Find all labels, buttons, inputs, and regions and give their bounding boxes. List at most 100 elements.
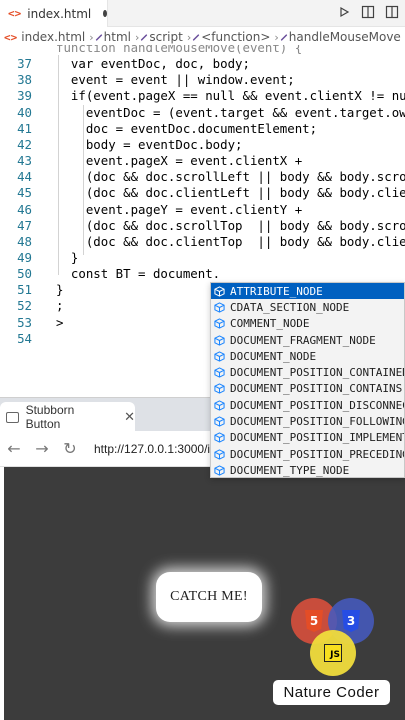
line-number: 41	[17, 120, 32, 136]
code-text: eventDoc = (event.target && event.target…	[85, 104, 405, 120]
code-line[interactable]: 38 event = event || window.event;	[0, 72, 405, 88]
catch-me-button[interactable]: CATCH ME!	[156, 572, 262, 622]
code-line[interactable]: 44 (doc && doc.scrollLeft || body && bod…	[0, 169, 405, 185]
property-cube-icon	[214, 318, 225, 329]
line-number: 40	[17, 104, 32, 120]
breadcrumb-item-script[interactable]: script	[149, 30, 182, 44]
autocomplete-item[interactable]: ATTRIBUTE_NODE	[211, 283, 404, 300]
code-text: (doc && doc.scrollLeft || body && body.s…	[85, 169, 405, 185]
js-box: JS	[324, 644, 342, 662]
autocomplete-item-label: DOCUMENT_TYPE_NODE	[230, 463, 350, 477]
chevron-right-icon: ›	[186, 30, 192, 44]
property-cube-icon	[214, 334, 225, 346]
property-cube-icon	[214, 302, 225, 313]
code-line[interactable]: 48 (doc && doc.clientTop || body && body…	[0, 234, 405, 250]
chevron-right-icon: ›	[89, 30, 94, 44]
line-number: 49	[17, 249, 32, 265]
code-line[interactable]: 45 (doc && doc.clientLeft || body && bod…	[0, 185, 405, 201]
code-line[interactable]: function handleMouseMove(event) {	[0, 45, 405, 56]
method-icon	[280, 33, 288, 41]
editor-toolbar	[335, 3, 401, 21]
autocomplete-item[interactable]: DOCUMENT_POSITION_PRECEDING	[211, 446, 404, 462]
autocomplete-list: ATTRIBUTE_NODE CDATA_SECTION_NODE COMMENT_…	[210, 282, 405, 478]
autocomplete-item-label: CDATA_SECTION_NODE	[230, 300, 350, 314]
line-number: 47	[17, 217, 32, 233]
code-text: (doc && doc.scrollTop || body && body.sc…	[85, 217, 405, 233]
autocomplete-item-label: DOCUMENT_POSITION_CONTAINED_BY	[230, 366, 404, 380]
page-icon	[6, 411, 19, 423]
breadcrumb-item-handler[interactable]: handleMouseMove	[289, 30, 401, 44]
autocomplete-item[interactable]: DOCUMENT_POSITION_FOLLOWING	[211, 413, 404, 429]
breadcrumb-item-function[interactable]: <function>	[201, 30, 270, 44]
line-number: 54	[17, 330, 32, 346]
code-line[interactable]: 42 body = eventDoc.body;	[0, 137, 405, 153]
line-number: 39	[17, 88, 32, 104]
autocomplete-item[interactable]: DOCUMENT_POSITION_CONTAINS	[211, 381, 404, 397]
chevron-right-icon: ›	[134, 30, 140, 44]
code-text: const BT = document.	[56, 266, 221, 282]
property-cube-icon	[214, 465, 225, 476]
autocomplete-item-label: COMMENT_NODE	[230, 317, 310, 331]
code-text: event = event || window.event;	[56, 72, 295, 88]
code-text: ;	[56, 298, 64, 314]
back-arrow-icon[interactable]: ←	[6, 439, 22, 458]
autocomplete-item-label: DOCUMENT_POSITION_FOLLOWING	[230, 415, 405, 429]
autocomplete-item[interactable]: DOCUMENT_POSITION_DISCONNECTED	[211, 397, 404, 413]
run-icon[interactable]	[335, 3, 353, 21]
element-icon	[95, 33, 103, 41]
property-cube-icon	[214, 367, 225, 378]
line-number: 44	[17, 169, 32, 185]
autocomplete-item[interactable]: DOCUMENT_FRAGMENT_NODE	[211, 332, 404, 348]
close-icon[interactable]: ✕	[124, 410, 135, 425]
autocomplete-item-label: ATTRIBUTE_NODE	[230, 284, 323, 298]
line-number: 50	[17, 266, 32, 282]
code-line[interactable]: 46 event.pageY = event.clientY +	[0, 202, 405, 218]
line-number: 51	[17, 282, 32, 298]
code-text: }	[56, 249, 79, 265]
unsaved-dot-icon[interactable]	[103, 10, 107, 17]
autocomplete-item[interactable]: CDATA_SECTION_NODE	[211, 299, 404, 315]
breadcrumb-item-file[interactable]: index.html	[21, 30, 85, 44]
html5-shield: 5	[305, 610, 323, 632]
property-cube-icon	[214, 432, 225, 443]
autocomplete-item[interactable]: DOCUMENT_TYPE_NODE	[211, 462, 404, 477]
code-line[interactable]: 39 if(event.pageX == null && event.clien…	[0, 88, 405, 104]
code-line[interactable]: 47 (doc && doc.scrollTop || body && body…	[0, 218, 405, 234]
code-text: function handleMouseMove(event) {	[56, 45, 303, 55]
code-line[interactable]: 41 doc = eventDoc.documentElement;	[0, 121, 405, 137]
line-number: 46	[17, 201, 32, 217]
code-line[interactable]: 50 const BT = document.	[0, 266, 405, 282]
property-cube-icon	[214, 416, 225, 427]
autocomplete-item-label: DOCUMENT_POSITION_CONTAINS	[230, 382, 403, 396]
reload-icon[interactable]: ↻	[62, 439, 78, 458]
code-line[interactable]: 37 var eventDoc, doc, body;	[0, 56, 405, 72]
split-editor-icon[interactable]	[383, 3, 401, 21]
property-cube-icon	[214, 400, 225, 411]
code-line[interactable]: 49 }	[0, 250, 405, 266]
code-text: var eventDoc, doc, body;	[56, 56, 250, 72]
chevron-right-icon: ›	[274, 30, 279, 44]
compare-changes-icon[interactable]	[359, 3, 377, 21]
autocomplete-item[interactable]: COMMENT_NODE	[211, 316, 404, 332]
autocomplete-item[interactable]: DOCUMENT_POSITION_IMPLEMENTATION_SPECIFI…	[211, 430, 404, 446]
editor-tab-bar: <> index.html	[0, 0, 405, 27]
html-file-icon: <>	[4, 30, 18, 44]
forward-arrow-icon[interactable]: →	[34, 439, 50, 458]
code-line[interactable]: 40 eventDoc = (event.target && event.tar…	[0, 105, 405, 121]
breadcrumb: <> index.html › html › script › <functio…	[0, 27, 405, 47]
autocomplete-item-label: DOCUMENT_NODE	[230, 349, 317, 363]
code-line[interactable]: 43 event.pageX = event.clientX +	[0, 153, 405, 169]
browser-tab[interactable]: Stubborn Button ✕	[0, 402, 135, 432]
property-cube-icon	[214, 448, 225, 460]
line-number: 38	[17, 72, 32, 88]
indent-guide	[83, 105, 84, 255]
brand-name: Nature Coder	[273, 680, 390, 705]
code-text: (doc && doc.clientLeft || body && body.c…	[85, 185, 405, 201]
breadcrumb-item-html[interactable]: html	[104, 30, 131, 44]
autocomplete-item-label: DOCUMENT_POSITION_PRECEDING	[230, 447, 405, 461]
html-file-icon: <>	[8, 7, 22, 20]
function-icon	[192, 33, 200, 41]
autocomplete-item[interactable]: DOCUMENT_POSITION_CONTAINED_BY	[211, 364, 404, 380]
editor-tab-index-html[interactable]: <> index.html	[0, 0, 108, 27]
autocomplete-item[interactable]: DOCUMENT_NODE	[211, 348, 404, 364]
